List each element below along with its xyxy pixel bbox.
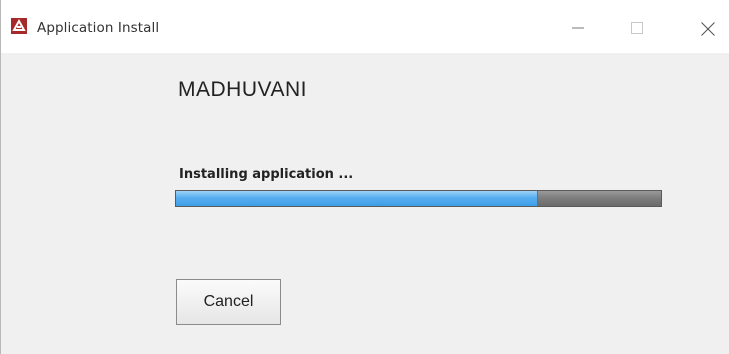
minimize-icon — [572, 27, 584, 29]
product-heading: MADHUVANI — [178, 78, 307, 101]
maximize-icon — [631, 22, 643, 34]
status-label: Installing application ... — [179, 167, 354, 182]
app-icon — [11, 18, 27, 34]
cancel-button[interactable]: Cancel — [176, 279, 281, 325]
window-title: Application Install — [37, 20, 160, 36]
install-window: Application Install MADHUVANI Installing… — [0, 0, 729, 354]
maximize-button[interactable] — [614, 8, 660, 48]
title-bar[interactable]: Application Install — [1, 0, 729, 53]
progress-fill — [176, 191, 538, 206]
close-button[interactable] — [684, 8, 729, 48]
close-icon — [701, 22, 715, 36]
minimize-button[interactable] — [555, 8, 601, 48]
install-progress-bar — [175, 190, 662, 207]
